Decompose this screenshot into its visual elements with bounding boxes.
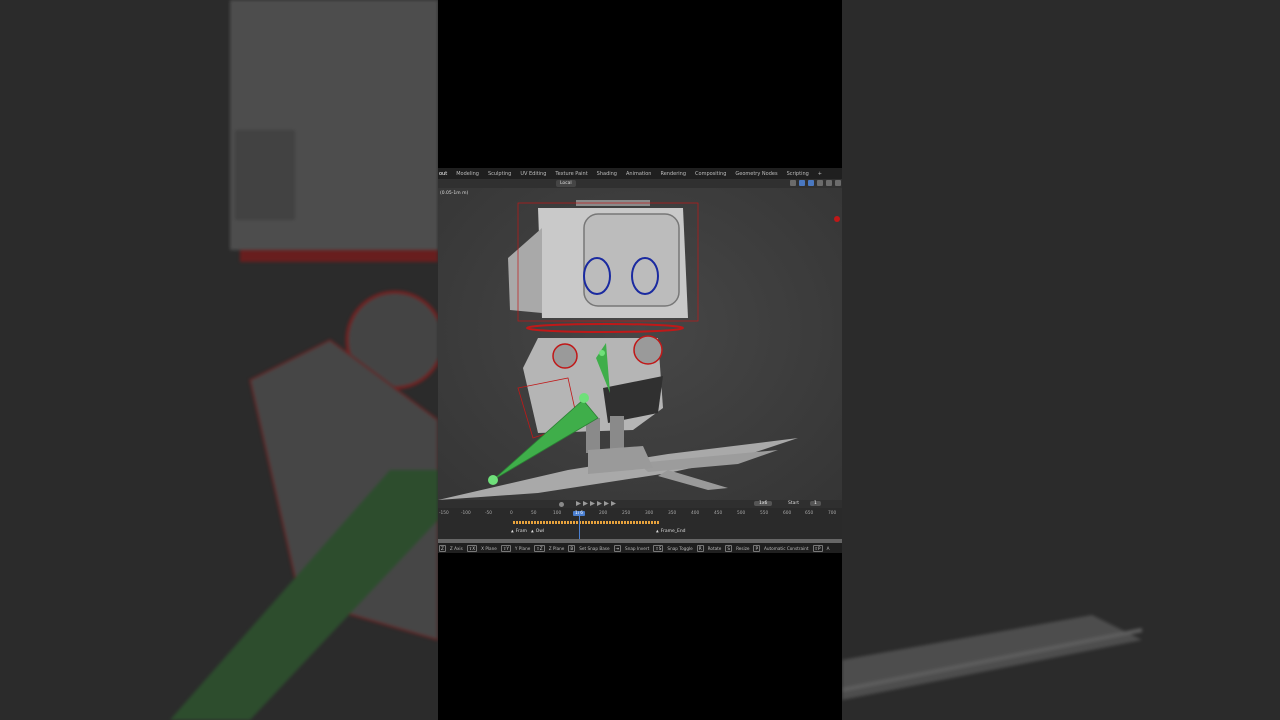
key-hint: R [696, 544, 704, 552]
3d-viewport[interactable]: (0.05-1m m) [438, 188, 842, 500]
timeline-editor[interactable]: 1x6 Start 1 -150 -100 -50 0 50 100 1x6 2… [438, 500, 842, 540]
overlay-toggle-icon[interactable] [808, 180, 814, 186]
blender-window: out Modeling Sculpting UV Editing Textur… [438, 168, 842, 553]
key-hint-label: A [826, 545, 830, 551]
key-hint: S [725, 544, 733, 552]
ruler-label: -100 [461, 511, 471, 516]
backdrop-art-right [842, 615, 1143, 700]
key-hint: ⇧Z [534, 544, 545, 552]
ruler-label: 300 [645, 511, 654, 516]
key-hint-label: Z Plane [548, 545, 565, 551]
ruler-label: 500 [737, 511, 746, 516]
blurred-backdrop-left [0, 0, 438, 720]
blurred-backdrop-right [842, 0, 1280, 720]
start-frame-field[interactable]: 1 [810, 501, 821, 506]
tv-head [508, 200, 699, 333]
viewport-header-icons [790, 180, 841, 186]
tab-compositing[interactable]: Compositing [695, 170, 726, 178]
view-object-types-icon[interactable] [790, 180, 796, 186]
video-column: out Modeling Sculpting UV Editing Textur… [438, 0, 842, 720]
key-hint: ⇧Y [500, 544, 511, 552]
tab-geometry-nodes[interactable]: Geometry Nodes [735, 170, 777, 178]
ruler-label: 600 [783, 511, 792, 516]
status-bar: ZZ Axis ⇧X X Plane ⇧Y Y Plane ⇧Z Z Plane BS… [438, 543, 842, 553]
key-hint: P [753, 544, 761, 552]
key-hint: ⇥ [613, 544, 622, 552]
key-hint-label: Rotate [707, 545, 722, 551]
timeline-markers: Fram Owl Frame_End [438, 528, 842, 538]
xray-toggle-icon[interactable] [817, 180, 823, 186]
tab-uv-editing[interactable]: UV Editing [520, 170, 546, 178]
ruler-label: 50 [531, 511, 537, 516]
ruler-label: -150 [439, 511, 449, 516]
tab-modeling[interactable]: Modeling [456, 170, 479, 178]
tab-texture-paint[interactable]: Texture Paint [555, 170, 587, 178]
tab-rendering[interactable]: Rendering [660, 170, 686, 178]
play-icon[interactable] [597, 501, 602, 506]
ruler-label: 200 [599, 511, 608, 516]
gizmo-toggle-icon[interactable] [799, 180, 805, 186]
robot-scene [438, 200, 840, 500]
tab-scripting[interactable]: Scripting [787, 170, 809, 178]
key-hint-label: Y Plane [514, 545, 531, 551]
ruler-label: 100 [553, 511, 562, 516]
marker-fram[interactable]: Fram [511, 529, 527, 534]
keyframe-strip[interactable] [513, 521, 660, 524]
ruler-label: 250 [622, 511, 631, 516]
tab-sculpting[interactable]: Sculpting [488, 170, 511, 178]
transform-orientation-dropdown[interactable]: Local [556, 180, 576, 187]
key-hint-label: X Plane [481, 545, 497, 551]
jump-end-icon[interactable] [611, 501, 616, 506]
add-workspace-button[interactable]: + [818, 170, 822, 178]
marker-frame-end[interactable]: Frame_End [656, 529, 686, 534]
play-reverse-icon[interactable] [590, 501, 595, 506]
robot-body [517, 335, 663, 474]
next-keyframe-icon[interactable] [604, 501, 609, 506]
playback-controls: 1x6 Start 1 [438, 500, 842, 508]
backdrop-art-left [170, 0, 438, 720]
ruler-label: 450 [714, 511, 723, 516]
light-gizmo[interactable] [834, 216, 840, 222]
key-hint: B [568, 544, 576, 552]
key-hint-label: Resize [736, 545, 750, 551]
viewport-header: Local [438, 179, 842, 188]
ruler-label: 700 [828, 511, 837, 516]
key-hint: ⇧S [653, 544, 664, 552]
key-hint: ⇧X [466, 544, 478, 552]
key-hint-label: Z Axis [449, 545, 463, 551]
ruler-label: -50 [485, 511, 493, 516]
key-hint-label: Automatic Constraint [764, 545, 809, 551]
workspace-tabs-bar: out Modeling Sculpting UV Editing Textur… [438, 168, 842, 179]
transport-buttons [576, 501, 616, 506]
key-hint: Z [439, 544, 446, 552]
key-hint-label: Snap Invert [625, 545, 650, 551]
ruler-label: 650 [805, 511, 814, 516]
start-label: Start [788, 501, 799, 506]
key-hint-label: Set Snap Base [579, 545, 610, 551]
tab-shading[interactable]: Shading [597, 170, 617, 178]
key-hint: ⇧P [812, 544, 823, 552]
solid-shading-icon[interactable] [835, 180, 841, 186]
ruler-label: 0 [510, 511, 513, 516]
frame-ruler[interactable]: -150 -100 -50 0 50 100 1x6 200 250 300 3… [438, 511, 842, 518]
tab-current[interactable]: out [439, 170, 447, 178]
jump-start-icon[interactable] [576, 501, 581, 506]
tab-animation[interactable]: Animation [626, 170, 652, 178]
prev-keyframe-icon[interactable] [583, 501, 588, 506]
wireframe-shading-icon[interactable] [826, 180, 832, 186]
key-hint-label: Snap Toggle [667, 545, 693, 551]
auto-keying-button[interactable] [559, 501, 564, 507]
ruler-label: 350 [668, 511, 677, 516]
marker-owl[interactable]: Owl [531, 529, 544, 534]
ruler-label: 400 [691, 511, 700, 516]
current-frame-field[interactable]: 1x6 [754, 501, 773, 506]
ruler-label: 550 [760, 511, 769, 516]
